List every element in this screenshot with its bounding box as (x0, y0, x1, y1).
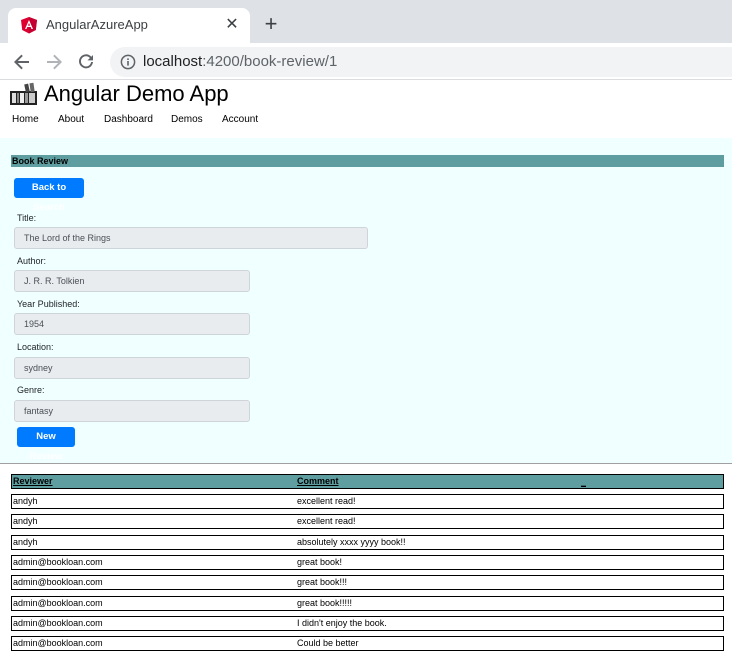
location-label: Location: (17, 342, 54, 352)
author-label: Author: (17, 256, 47, 266)
nav-home[interactable]: Home (12, 114, 39, 125)
reload-icon (79, 54, 93, 69)
comment-cell: excellent read! (297, 516, 356, 526)
url-host: localhost (143, 53, 203, 70)
comment-cell: great book!!!!! (297, 598, 353, 608)
nav-account[interactable]: Account (222, 114, 258, 125)
tab-close-icon[interactable]: ✕ (222, 15, 242, 35)
back-to-search-button[interactable]: Back to Search (14, 178, 84, 213)
table-row: admin@bookloan.com great book! (11, 555, 724, 570)
reload-button[interactable] (73, 49, 99, 75)
book-review-panel: Book Review Back to Search Title: The Lo… (0, 138, 732, 464)
location-field[interactable]: sydney (14, 357, 250, 379)
address-bar[interactable]: localhost:4200/book-review/1 (110, 47, 732, 77)
table-row: andyh absolutely xxxx yyyy book!! (11, 535, 724, 550)
table-row: admin@bookloan.com Could be better (11, 636, 724, 651)
table-header: Reviewer Comment _ (11, 474, 724, 489)
year-published-field[interactable]: 1954 (14, 313, 250, 335)
app-header: Angular Demo App Home About Dashboard De… (0, 80, 732, 138)
table-row: andyh excellent read! (11, 514, 724, 529)
year-published-label: Year Published: (17, 299, 80, 309)
arrow-left-icon (14, 54, 29, 70)
new-tab-button[interactable]: + (259, 13, 283, 37)
comment-cell: great book!!! (297, 577, 348, 587)
nav-demos[interactable]: Demos (171, 114, 203, 125)
table-row: andyh excellent read! (11, 494, 724, 509)
reviewer-cell: admin@bookloan.com (13, 638, 103, 648)
new-review-button[interactable]: New Review (17, 427, 75, 462)
url-path: :4200/book-review/1 (202, 53, 338, 70)
reviewer-cell: admin@bookloan.com (13, 598, 103, 608)
angular-shield-icon (21, 17, 37, 34)
reviewer-cell: admin@bookloan.com (13, 577, 103, 587)
table-row: admin@bookloan.com I didn't enjoy the bo… (11, 616, 724, 631)
genre-field[interactable]: fantasy (14, 400, 250, 422)
app-title: Angular Demo App (44, 81, 229, 106)
author-field[interactable]: J. R. R. Tolkien (14, 270, 250, 292)
comment-cell: Could be better (297, 638, 359, 648)
comment-cell: absolutely xxxx yyyy book!! (297, 537, 406, 547)
table-row: admin@bookloan.com great book!!!!! (11, 596, 724, 611)
column-header-comment[interactable]: Comment (297, 476, 339, 486)
comment-cell: I didn't enjoy the book. (297, 618, 387, 628)
column-header-extra: _ (581, 477, 587, 487)
reviewer-cell: andyh (13, 537, 38, 547)
comment-cell: excellent read! (297, 496, 356, 506)
nav-about[interactable]: About (58, 114, 84, 125)
browser-tabstrip: AngularAzureApp ✕ + (0, 0, 732, 43)
arrow-right-icon (47, 54, 62, 70)
title-label: Title: (17, 213, 37, 223)
reviewer-cell: andyh (13, 516, 38, 526)
books-icon (10, 82, 37, 105)
forward-button[interactable] (41, 49, 67, 75)
tab-title: AngularAzureApp (46, 17, 148, 32)
info-circle-icon[interactable] (120, 54, 136, 70)
browser-tab[interactable]: AngularAzureApp ✕ (8, 8, 250, 43)
book-review-header: Book Review (11, 155, 724, 167)
reviewer-cell: andyh (13, 496, 38, 506)
table-row: admin@bookloan.com great book!!! (11, 575, 724, 590)
genre-label: Genre: (17, 385, 45, 395)
nav-dashboard[interactable]: Dashboard (104, 114, 153, 125)
reviewer-cell: admin@bookloan.com (13, 618, 103, 628)
back-button[interactable] (9, 49, 35, 75)
browser-toolbar: localhost:4200/book-review/1 (0, 43, 732, 80)
column-header-reviewer[interactable]: Reviewer (13, 476, 53, 486)
url-text[interactable]: localhost:4200/book-review/1 (143, 53, 337, 70)
title-field[interactable]: The Lord of the Rings (14, 227, 368, 249)
comment-cell: great book! (297, 557, 343, 567)
reviewer-cell: admin@bookloan.com (13, 557, 103, 567)
